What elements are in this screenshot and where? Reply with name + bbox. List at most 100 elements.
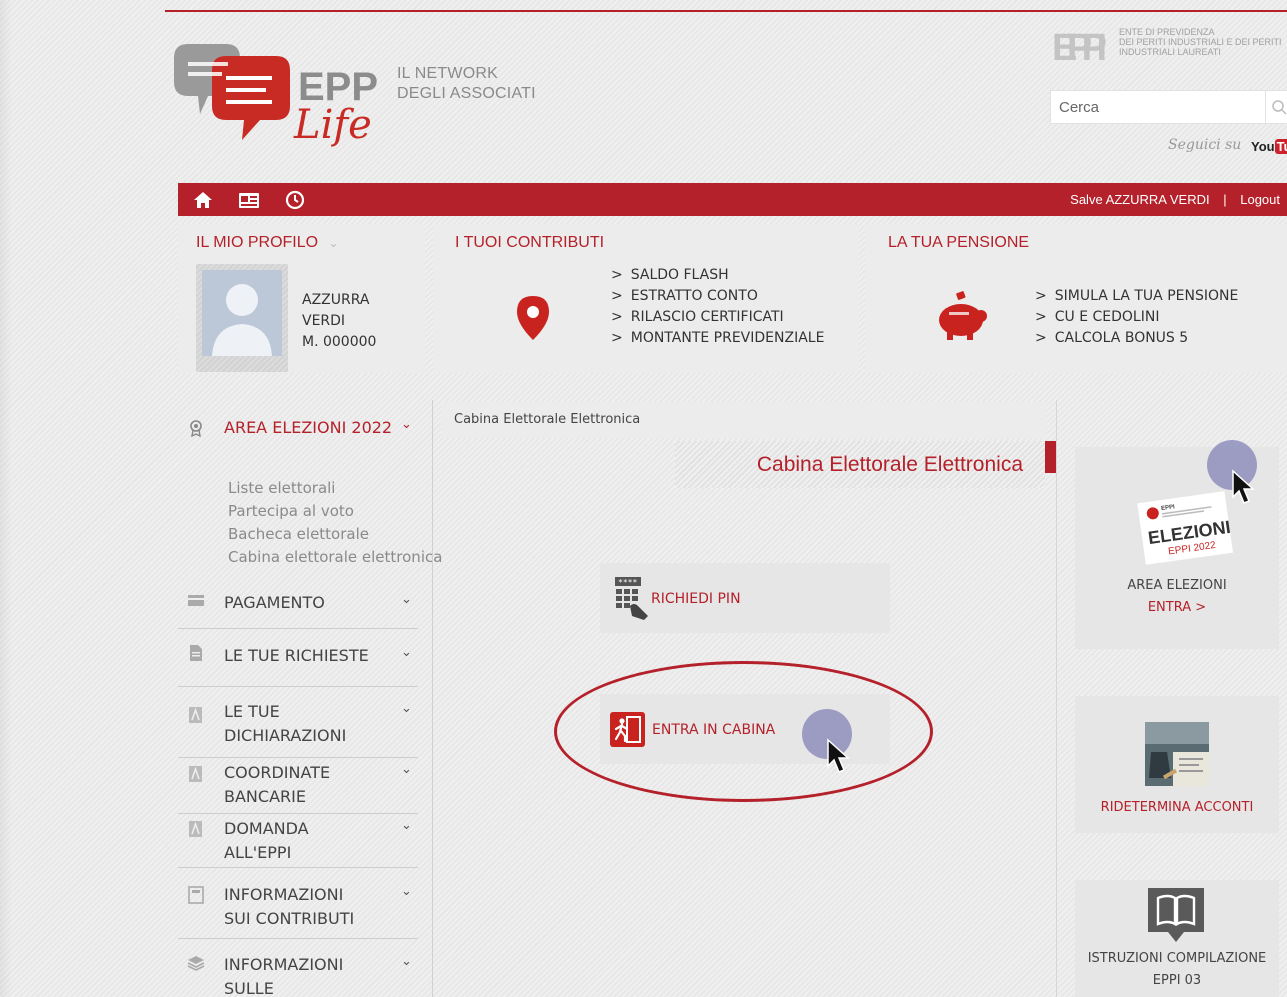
notebook-icon — [188, 886, 204, 904]
sidebar-item-label: PAGAMENTO — [224, 593, 325, 612]
link-rilascio-certificati[interactable]: > RILASCIO CERTIFICATI — [611, 307, 824, 328]
sidebar-item-richieste[interactable]: LE TUE RICHIESTE ⌄ — [178, 630, 418, 687]
advance-card[interactable]: RIDETERMINA ACCONTI — [1075, 696, 1279, 833]
sidebar: AREA ELEZIONI 2022 ⌄ Liste elettorali Pa… — [178, 373, 442, 997]
tagline: IL NETWORK DEGLI ASSOCIATI — [397, 65, 536, 102]
contributions-links: > SALDO FLASH > ESTRATTO CONTO > RILASCIO C… — [611, 265, 824, 349]
mouse-cursor-icon — [827, 738, 850, 773]
link-estratto-conto[interactable]: > ESTRATTO CONTO — [611, 286, 824, 307]
award-ribbon-icon — [190, 420, 202, 437]
chevron-down-icon: ⌄ — [401, 954, 412, 969]
sidebar-item-info-sulle[interactable]: INFORMAZIONI SULLE ⌄ — [178, 940, 418, 997]
avatar-silhouette-icon — [212, 284, 272, 356]
form-icon — [189, 707, 202, 723]
user-greeting-area: Salve AZZURRA VERDI | Logout — [1070, 192, 1280, 207]
top-navbar: Salve AZZURRA VERDI | Logout — [178, 183, 1287, 216]
instructions-card-title: ISTRUZIONI COMPILAZIONE — [1087, 951, 1267, 966]
member-id: M. 000000 — [302, 334, 377, 350]
sidebar-divider — [432, 400, 433, 997]
search-button[interactable] — [1265, 91, 1287, 123]
main-divider — [1056, 400, 1057, 997]
sidebar-item-label: AREA ELEZIONI 2022 — [224, 418, 393, 437]
top-accent-line — [165, 10, 1287, 12]
link-calcola-bonus[interactable]: > CALCOLA BONUS 5 — [1035, 328, 1238, 349]
link-cu-cedolini[interactable]: > CU E CEDOLINI — [1035, 307, 1238, 328]
id-card-icon[interactable] — [238, 189, 260, 211]
request-pin-button[interactable]: **** RICHIEDI PIN — [600, 563, 890, 633]
profile-title[interactable]: IL MIO PROFILO ⌄ — [196, 234, 339, 252]
sidebar-item-coordinate-bancarie[interactable]: COORDINATE BANCARIE ⌄ — [178, 759, 418, 814]
sub-item-liste-elettorali[interactable]: Liste elettorali — [228, 477, 442, 500]
link-montante-previdenziale[interactable]: > MONTANTE PREVIDENZIALE — [611, 328, 824, 349]
page-title-box: Cabina Elettorale Elettronica — [675, 441, 1045, 488]
eppi-subtitle: ENTE DI PREVIDENZA DEI PERITI INDUSTRIAL… — [1119, 27, 1282, 57]
pension-panel: LA TUA PENSIONE > SIMULA LA TUA PENSIONE … — [865, 224, 1287, 373]
pension-title: LA TUA PENSIONE — [888, 234, 1030, 251]
avatar — [196, 264, 288, 372]
sidebar-item-domanda-eppi[interactable]: DOMANDA ALL'EPPI ⌄ — [178, 815, 418, 868]
sidebar-item-label: LE TUE DICHIARAZIONI — [224, 702, 347, 745]
sidebar-item-label: DOMANDA ALL'EPPI — [224, 819, 309, 862]
svg-text:EPPI: EPPI — [1052, 27, 1107, 64]
request-pin-label: RICHIEDI PIN — [651, 591, 741, 607]
logo-script: Life — [293, 102, 372, 148]
profile-details: AZZURRA VERDI M. 000000 — [302, 290, 376, 353]
sidebar-item-pagamento[interactable]: PAGAMENTO ⌄ — [178, 580, 418, 629]
search-icon — [1272, 100, 1287, 115]
instructions-card[interactable]: ISTRUZIONI COMPILAZIONE EPPI 03 — [1075, 880, 1279, 997]
chevron-down-icon: ⌄ — [401, 701, 412, 716]
search-box — [1050, 90, 1287, 124]
link-simula-pensione[interactable]: > SIMULA LA TUA PENSIONE — [1035, 286, 1238, 307]
contributions-panel: I TUOI CONTRIBUTI > SALDO FLASH > ESTRATTO… — [433, 224, 859, 373]
pension-links: > SIMULA LA TUA PENSIONE > CU E CEDOLINI >… — [1035, 286, 1238, 349]
contributions-title: I TUOI CONTRIBUTI — [455, 234, 605, 251]
link-saldo-flash[interactable]: > SALDO FLASH — [611, 265, 824, 286]
sidebar-item-dichiarazioni[interactable]: LE TUE DICHIARAZIONI ⌄ — [178, 688, 418, 758]
nav-separator: | — [1223, 192, 1227, 207]
home-icon[interactable] — [192, 189, 214, 211]
first-name: AZZURRA — [302, 292, 370, 308]
credit-card-icon — [188, 595, 204, 606]
elections-badge-icon: EPPI ELEZIONI EPPI 2022 — [1137, 491, 1234, 565]
chevron-down-icon: ⌄ — [328, 236, 339, 250]
sub-item-partecipa-voto[interactable]: Partecipa al voto — [228, 500, 442, 523]
sidebar-item-info-contributi[interactable]: INFORMAZIONI SUI CONTRIBUTI ⌄ — [178, 869, 418, 939]
pin-keypad-icon: **** — [615, 577, 648, 620]
svg-text:****: **** — [618, 578, 637, 587]
profile-panel: IL MIO PROFILO ⌄ AZZURRA VERDI M. 000000 — [178, 224, 425, 373]
follow-us-label: Seguici su — [1168, 137, 1242, 153]
mouse-cursor-icon — [1232, 469, 1255, 504]
election-sub-menu: Liste elettorali Partecipa al voto Bache… — [228, 477, 442, 569]
user-greeting: Salve AZZURRA VERDI — [1070, 192, 1210, 207]
search-input[interactable] — [1051, 91, 1263, 123]
form-icon — [189, 821, 202, 837]
logout-link[interactable]: Logout — [1240, 192, 1280, 207]
advance-card-link[interactable]: RIDETERMINA ACCONTI — [1075, 800, 1279, 815]
eppi-institution-mark: EPPI — [1052, 27, 1107, 64]
layers-icon — [187, 956, 205, 971]
location-pin-icon — [517, 296, 549, 340]
chevron-down-icon: ⌄ — [401, 818, 412, 833]
sidebar-item-label: LE TUE RICHIESTE — [224, 646, 369, 665]
sub-item-bacheca-elettorale[interactable]: Bacheca elettorale — [228, 523, 442, 546]
breadcrumb-current: Cabina Elettorale Elettronica — [454, 412, 641, 427]
last-name: VERDI — [302, 313, 346, 329]
piggy-bank-icon — [939, 291, 987, 340]
page-title: Cabina Elettorale Elettronica — [756, 453, 1023, 476]
sub-item-cabina-elettorale[interactable]: Cabina elettorale elettronica — [228, 546, 442, 569]
accounting-photo — [1145, 722, 1209, 786]
open-book-icon — [1148, 888, 1204, 942]
eppi-life-logo[interactable]: EPPI Life — [168, 40, 378, 150]
elections-card-title: AREA ELEZIONI — [1127, 578, 1227, 593]
clock-icon[interactable] — [284, 189, 306, 211]
youtube-link[interactable]: YouTub — [1251, 139, 1287, 154]
sidebar-item-label: COORDINATE BANCARIE — [224, 763, 331, 806]
instructions-card-subtitle: EPPI 03 — [1152, 973, 1202, 988]
document-icon — [190, 645, 202, 661]
chevron-down-icon: ⌄ — [401, 592, 412, 607]
sidebar-item-label: INFORMAZIONI SULLE — [224, 955, 344, 997]
chevron-down-icon: ⌄ — [401, 417, 412, 432]
elections-card-link[interactable]: ENTRA > — [1075, 600, 1279, 615]
chevron-down-icon: ⌄ — [401, 884, 412, 899]
sidebar-item-label: INFORMAZIONI SUI CONTRIBUTI — [224, 885, 355, 928]
